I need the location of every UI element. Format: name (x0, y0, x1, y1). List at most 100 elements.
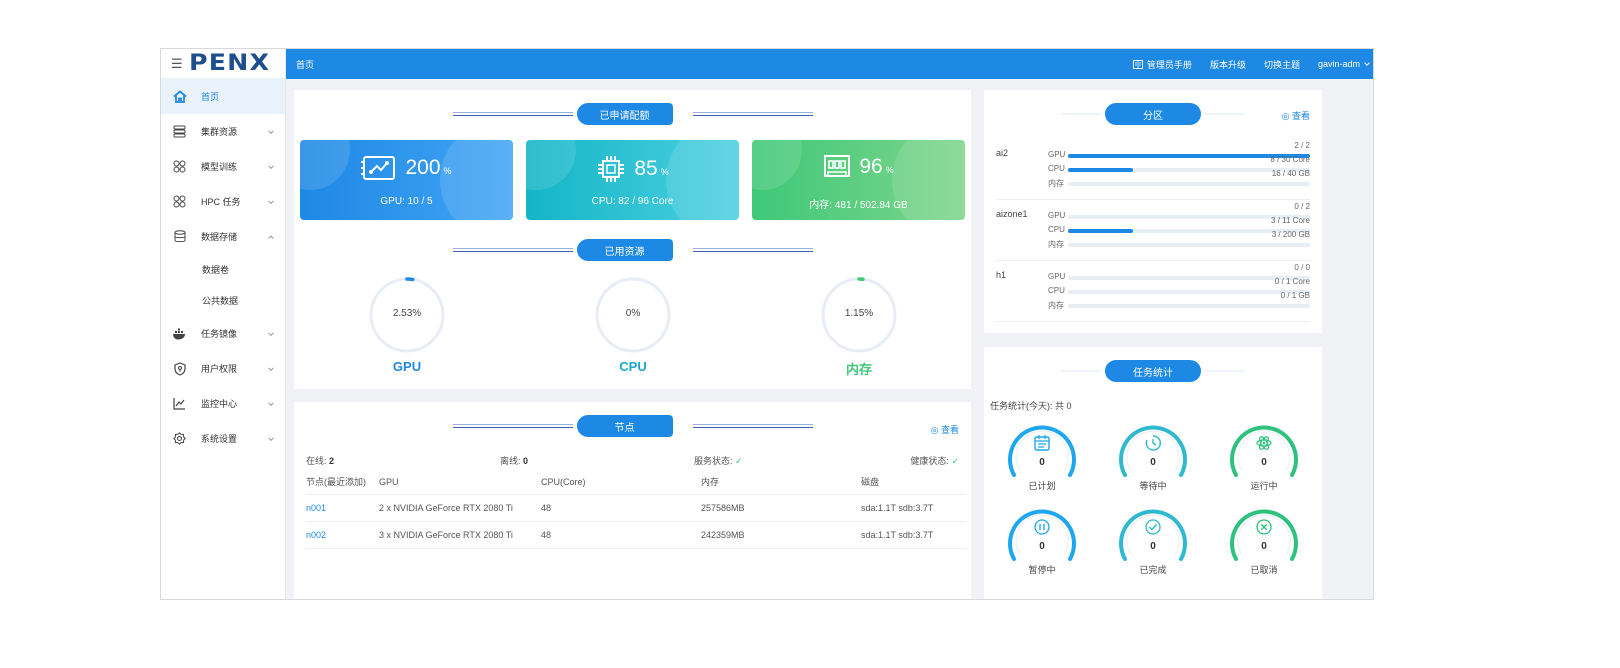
chevron-down-icon (268, 434, 274, 441)
docker-icon (172, 326, 187, 341)
task-label: 已计划 (1028, 481, 1056, 491)
node-gpu: 3 x NVIDIA GeForce RTX 2080 Ti (379, 521, 541, 549)
title-divider (1061, 370, 1101, 372)
cpu-bar: CPU 3 / 11 Core (1048, 216, 1310, 234)
task-stat-4[interactable]: 0 已完成 (1117, 503, 1189, 575)
check-circle-icon: ✓ (735, 456, 743, 466)
chevron-down-icon (1364, 59, 1370, 66)
logo-bar: ☰ PENX (161, 49, 285, 79)
cancel-icon (1255, 518, 1273, 536)
col-header: GPU (379, 470, 541, 495)
title-divider (692, 112, 813, 116)
breadcrumb[interactable]: 首页 (296, 58, 314, 71)
pause-icon (1033, 518, 1051, 536)
memory-usage-ring: 1.15% 内存 (819, 275, 899, 377)
sidebar-item-home[interactable]: 首页 (161, 79, 285, 114)
chevron-down-icon (268, 399, 274, 406)
quota-title: 已申请配额 (576, 103, 673, 125)
chevron-down-icon (268, 329, 274, 336)
chart-icon (172, 396, 187, 411)
menu-toggle-icon[interactable]: ☰ (171, 56, 183, 72)
chevron-down-icon (268, 127, 274, 134)
partition-row[interactable]: aizone1 GPU 0 / 2 CPU 3 / 11 Core 内存 3 / 20… (996, 201, 1310, 261)
node-name-link[interactable]: n001 (306, 494, 379, 522)
sidebar-subitem-volumes[interactable]: 数据卷 (161, 254, 285, 285)
partition-name: h1 (996, 270, 1007, 280)
task-count: 0 (1261, 457, 1267, 468)
cpu-icon (598, 156, 625, 182)
partition-view-link[interactable]: ◎ 查看 (1282, 109, 1310, 122)
sidebar-item-label: 监控中心 (201, 399, 238, 409)
sidebar-item-label: 用户权限 (201, 364, 238, 374)
sidebar-item-hpc[interactable]: HPC 任务 (161, 184, 285, 219)
gpu-quota-detail: GPU: 10 / 5 (380, 196, 433, 207)
admin-manual-label: 管理员手册 (1146, 59, 1192, 70)
gpu-quota-card: 200% GPU: 10 / 5 (300, 140, 513, 220)
server-icon (172, 124, 187, 139)
col-header: 内存 (701, 470, 861, 495)
sidebar-item-model[interactable]: 模型训练 (161, 149, 285, 184)
memory-bar: 内存 16 / 40 GB (1048, 169, 1310, 188)
nodes-table: 节点(最近添加) GPU CPU(Core) 内存 磁盘 n001 2 x NV… (306, 470, 966, 549)
cpu-bar: CPU 0 / 1 Core (1048, 277, 1310, 295)
title-divider (452, 248, 573, 252)
sidebar-item-images[interactable]: 任务镜像 (161, 316, 285, 351)
memory-quota-percent: 96% (859, 155, 894, 178)
top-bar: 首页 管理员手册 版本升级 切换主题 gavin-adm (286, 49, 1373, 79)
partition-name: ai2 (996, 148, 1009, 158)
memory-usage-label: 内存 (845, 362, 872, 377)
gear-icon (172, 431, 187, 446)
table-row[interactable]: n001 2 x NVIDIA GeForce RTX 2080 Ti 48 2… (306, 494, 966, 522)
task-stat-2[interactable]: 0 运行中 (1228, 419, 1300, 491)
sidebar-item-cluster[interactable]: 集群资源 (161, 114, 285, 149)
sidebar-item-settings[interactable]: 系统设置 (161, 421, 285, 456)
node-gpu: 2 x NVIDIA GeForce RTX 2080 Ti (379, 494, 541, 522)
sidebar-item-label: 集群资源 (201, 127, 238, 137)
task-count: 0 (1150, 457, 1156, 468)
nodes-view-link[interactable]: ◎ 查看 (931, 423, 959, 436)
eye-icon: ◎ (1281, 111, 1292, 121)
sidebar-item-label: 任务镜像 (201, 329, 238, 339)
nodes-summary: 在线: 2 离线: 0 服务状态: ✓ 健康状态: ✓ (306, 454, 959, 466)
table-row[interactable]: n002 3 x NVIDIA GeForce RTX 2080 Ti 48 2… (306, 521, 966, 549)
switch-theme-link[interactable]: 切换主题 (1264, 58, 1300, 71)
calendar-icon (1033, 434, 1051, 452)
memory-bar: 内存 0 / 1 GB (1048, 291, 1310, 310)
partition-row[interactable]: ai2 GPU 2 / 2 CPU 8 / 30 Core 内存 16 / 40 GB (996, 140, 1310, 200)
usage-title-bar: 已用资源 (294, 239, 971, 261)
gpu-quota-percent: 200% (405, 156, 452, 179)
quota-title-bar: 已申请配额 (294, 103, 971, 125)
sidebar: ☰ PENX 首页 集群资源 模型训练 HPC 任务 数据存储 数据卷 公共数据… (161, 49, 286, 599)
sidebar-item-monitor[interactable]: 监控中心 (161, 386, 285, 421)
partition-row[interactable]: h1 GPU 0 / 0 CPU 0 / 1 Core 内存 0 / 1 GB (996, 262, 1310, 322)
nodes-title: 节点 (576, 415, 673, 437)
sidebar-subitem-public-data[interactable]: 公共数据 (161, 285, 285, 316)
sidebar-item-label: 系统设置 (201, 434, 238, 444)
sidebar-item-storage[interactable]: 数据存储 (161, 219, 285, 254)
task-stat-1[interactable]: 0 等待中 (1117, 419, 1189, 491)
admin-manual-link[interactable]: 管理员手册 (1132, 58, 1192, 71)
sidebar-item-users[interactable]: 用户权限 (161, 351, 285, 386)
node-name-link[interactable]: n002 (306, 521, 379, 549)
app-window: ☰ PENX 首页 集群资源 模型训练 HPC 任务 数据存储 数据卷 公共数据… (160, 48, 1374, 600)
node-disk: sda:1.1T sdb:3.7T (861, 521, 966, 549)
user-menu[interactable]: gavin-adm (1318, 59, 1370, 69)
atom-icon (1255, 434, 1273, 452)
memory-usage-value: 1.15% (844, 308, 874, 319)
title-divider (452, 112, 573, 116)
check-circle-icon: ✓ (951, 456, 959, 466)
task-label: 暂停中 (1028, 565, 1056, 575)
task-stat-0[interactable]: 0 已计划 (1006, 419, 1078, 491)
task-count: 0 (1039, 541, 1045, 552)
chevron-up-icon (268, 234, 274, 241)
task-stat-3[interactable]: 0 暂停中 (1006, 503, 1078, 575)
table-header-row: 节点(最近添加) GPU CPU(Core) 内存 磁盘 (306, 470, 966, 495)
cpu-usage-ring: 0% CPU (593, 275, 673, 374)
title-divider (1205, 370, 1245, 372)
task-count: 0 (1261, 541, 1267, 552)
version-upgrade-link[interactable]: 版本升级 (1210, 58, 1246, 71)
shield-icon (172, 361, 187, 376)
offline-count: 离线: 0 (500, 456, 529, 466)
task-stat-5[interactable]: 0 已取消 (1228, 503, 1300, 575)
node-cpu: 48 (541, 494, 701, 522)
